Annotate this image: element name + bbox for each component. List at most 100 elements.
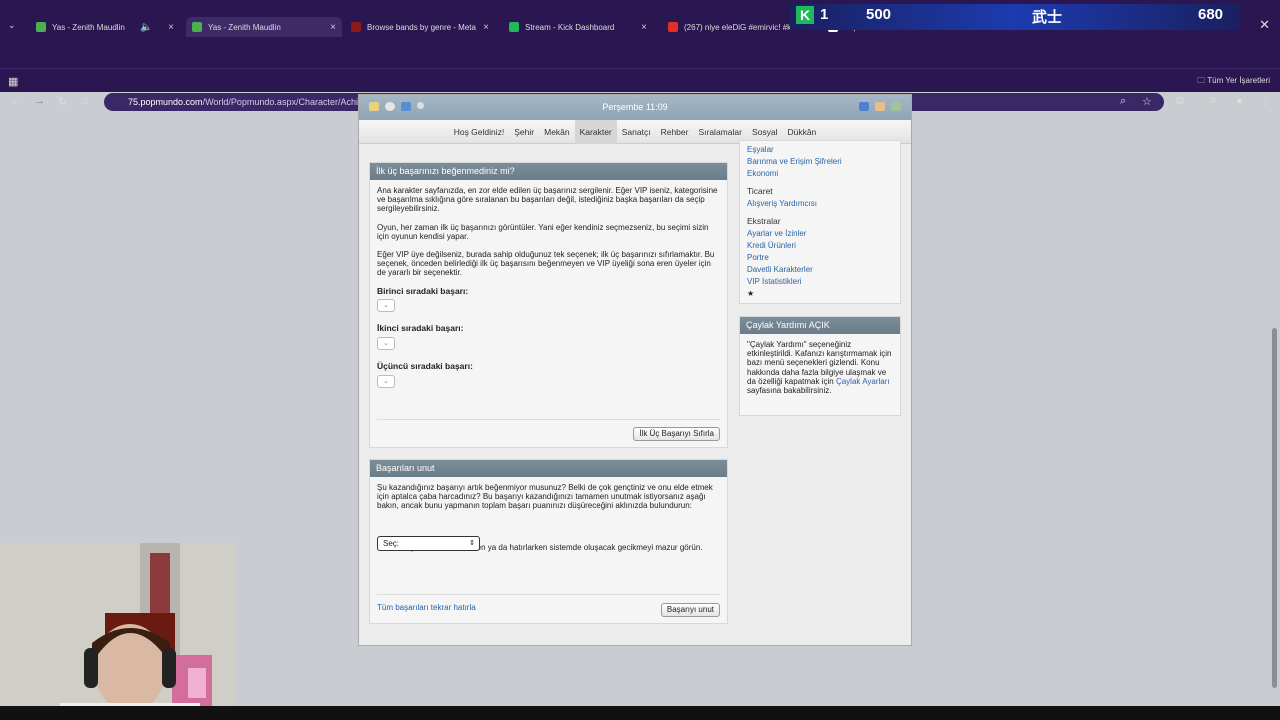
divider [377,419,720,420]
sidebar-item-credit-products[interactable]: Kredi Ürünleri [747,241,893,250]
first-achievement-select[interactable]: ⌄ [377,299,395,313]
profile-avatar-icon[interactable]: ● [1236,95,1243,107]
remember-all-link[interactable]: Tüm başarıları tekrar hatırla [377,603,476,612]
chevron-up-down-icon: ⇕ [469,540,475,547]
third-achievement-label: Üçüncü sıradaki başarı: [377,361,473,372]
character-icon[interactable] [875,102,885,111]
overlay-kanji: 武士 [1032,9,1063,26]
home-icon[interactable]: ⌂ [82,95,89,107]
second-achievement-label: İkinci sıradaki başarı: [377,323,464,334]
menu-venue[interactable]: Mekân [539,120,575,144]
box-paragraph: Ana karakter sayfanızda, en zor elde edi… [377,186,718,214]
menu-welcome[interactable]: Hoş Geldiniz! [449,120,510,144]
top-three-achievements-box: İlk üç başarınızı beğenmediniz mi? Ana k… [369,162,728,448]
sidebar-item-settings[interactable]: Ayarlar ve İzinler [747,229,893,238]
tab-favicon-icon [36,22,46,32]
extensions-icon[interactable]: ⧉ [1176,95,1184,108]
page-scrollbar[interactable] [1270,92,1280,706]
rookie-help-box: Çaylak Yardımı AÇIK "Çaylak Yardımı" seç… [739,316,901,416]
all-bookmarks-label: Tüm Yer İşaretleri [1207,76,1270,85]
browser-tab-3[interactable]: Browse bands by genre - Meta × [345,17,495,37]
folder-icon: 🗀 [1197,76,1208,85]
apps-grid-icon[interactable]: ▦ [8,75,18,88]
bookmarks-bar: ▦ 🗀 Tüm Yer İşaretleri [0,68,1280,92]
tab-search-icon[interactable]: ⌄ [8,20,16,31]
box-paragraph: Şu kazandığınız başarıyı artık beğenmiyo… [377,483,713,511]
third-achievement-select[interactable]: ⌄ [377,374,395,388]
sidebar-item-vip-stats[interactable]: VIP İstatistikleri [747,277,893,286]
menu-artist[interactable]: Sanatçı [617,120,656,144]
sidebar-item-items[interactable]: Eşyalar [747,145,893,154]
audio-icon[interactable]: 🔈 [136,22,152,33]
chevron-down-icon: ⌄ [383,302,389,310]
tab-title: (267) niye eleDiG #emirvic! #k [684,22,792,32]
tab-favicon-icon [668,22,678,32]
select-value: Seç: [383,539,400,548]
sidebar-item-portrait[interactable]: Portre [747,253,893,262]
divider [377,594,720,595]
kick-logo-icon: K [796,6,814,24]
close-tab-icon[interactable]: × [164,22,174,33]
forget-achievement-button[interactable]: Başarıyı unut [660,603,720,617]
help-text: sayfasına bakabilirsiniz. [747,385,832,395]
browser-tab-2[interactable]: Yas - Zenith Maudlin × [186,17,342,37]
box-title: İlk üç başarınızı beğenmediniz mi? [370,163,727,180]
window-close-icon[interactable]: ✕ [1259,17,1270,33]
zoom-icon[interactable]: ⌕ [1120,95,1126,108]
sidebar-item-shopping-assistant[interactable]: Alışveriş Yardımcısı [747,199,893,208]
character-sidebar-menu: Eşyalar Barınma ve Erişim Şifreleri Ekon… [739,140,901,304]
tab-title: Browse bands by genre - Meta [367,22,476,32]
sidebar-item-economy[interactable]: Ekonomi [747,169,893,178]
overlay-score-2: 680 [1198,6,1224,23]
second-achievement-select[interactable]: ⌄ [377,337,395,351]
url-host: 75.popmundo.com [128,97,203,107]
top-bar: Perşembe 11:09 [359,95,911,120]
close-tab-icon[interactable]: × [637,22,647,33]
sidebar-group-trade: Ticaret [747,186,773,196]
scrollbar-thumb[interactable] [1272,328,1277,688]
menu-guide[interactable]: Rehber [656,120,694,144]
box-title: Başarıları unut [370,460,727,477]
address-bar-row: ← → ↻ ⌂ 75.popmundo.com/World/Popmundo.a… [0,46,1280,111]
game-clock: Perşembe 11:09 [602,102,668,112]
webcam-image [0,543,236,720]
rookie-settings-link[interactable]: Çaylak Ayarları [836,377,890,386]
sidebar-item-housing[interactable]: Barınma ve Erişim Şifreleri [747,157,893,166]
all-bookmarks[interactable]: 🗀 Tüm Yer İşaretleri [1197,75,1270,89]
browser-tab-bar: ⌄ Yas - Zenith Maudlin 🔈 × Yas - Zenith … [0,0,1280,46]
reload-icon[interactable]: ↻ [58,95,67,108]
box-paragraph: Oyun, her zaman ilk üç başarınızı görünt… [377,222,709,241]
sidebar-item-invited-characters[interactable]: Davetli Karakterler [747,265,893,274]
chevron-down-icon: ⌄ [383,340,389,348]
forward-icon[interactable]: → [34,95,45,107]
tab-favicon-icon [509,22,519,32]
help-icon[interactable] [859,102,869,111]
achievement-select[interactable]: Seç: ⇕ [377,536,480,551]
first-achievement-label: Birinci sıradaki başarı: [377,285,469,296]
media-icon[interactable]: ≡ [1210,95,1216,107]
browser-tab-1[interactable]: Yas - Zenith Maudlin 🔈 × [30,17,180,37]
browser-tab-4[interactable]: Stream - Kick Dashboard × [503,17,653,37]
bookmark-star-icon[interactable]: ☆ [1142,95,1152,108]
overlay-k-count: 1 [820,6,829,23]
webcam-overlay [0,543,236,720]
bottom-strip [0,706,1280,720]
stream-overlay [790,4,1240,30]
tab-title: Stream - Kick Dashboard [525,22,615,32]
tab-favicon-icon [351,22,361,32]
close-tab-icon[interactable]: × [479,22,489,33]
tab-favicon-icon [192,22,202,32]
box-title: Çaylak Yardımı AÇIK [740,317,900,334]
tab-title: Yas - Zenith Maudlin [208,22,281,32]
settings-icon[interactable] [891,102,901,111]
tab-title: Yas - Zenith Maudlin [52,22,125,32]
menu-character[interactable]: Karakter [574,119,617,144]
box-paragraph: Eğer VIP üye değilseniz, burada sahip ol… [377,249,715,278]
star-icon: ★ [747,289,755,298]
overlay-score-1: 500 [866,6,892,23]
close-tab-icon[interactable]: × [326,22,336,33]
menu-city[interactable]: Şehir [509,120,539,144]
sidebar-group-extras: Ekstralar [747,216,781,226]
back-icon[interactable]: ← [10,95,21,107]
reset-top-three-button[interactable]: İlk Üç Başarıyı Sıfırla [633,427,720,441]
